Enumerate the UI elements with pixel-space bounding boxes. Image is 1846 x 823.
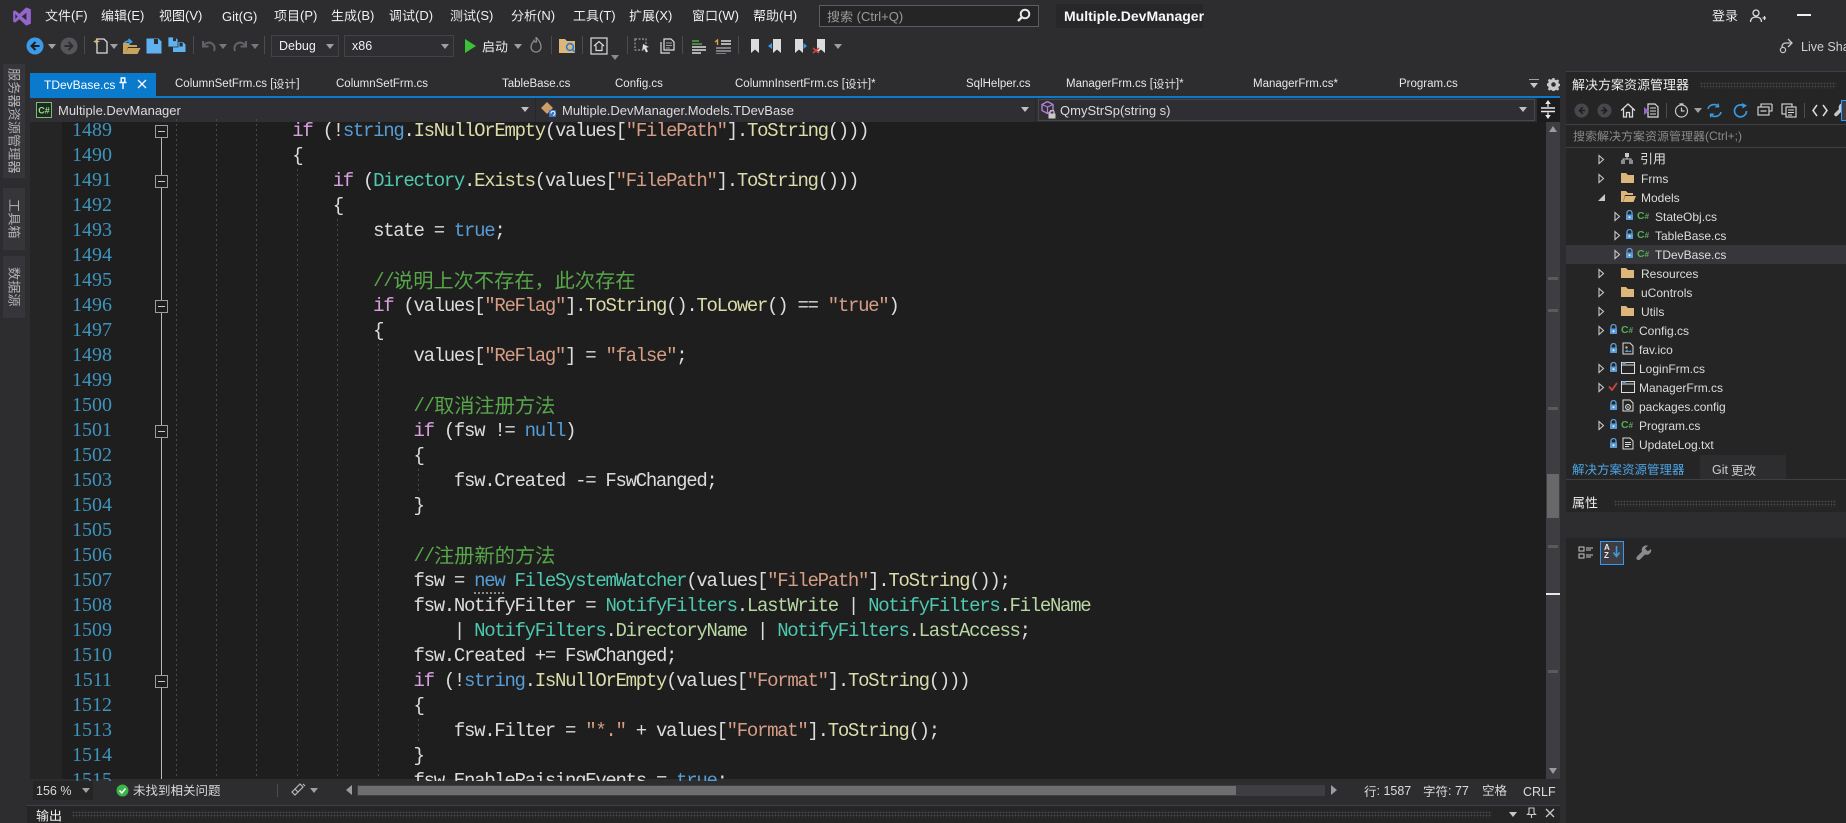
svg-text:C#: C#	[38, 106, 50, 116]
